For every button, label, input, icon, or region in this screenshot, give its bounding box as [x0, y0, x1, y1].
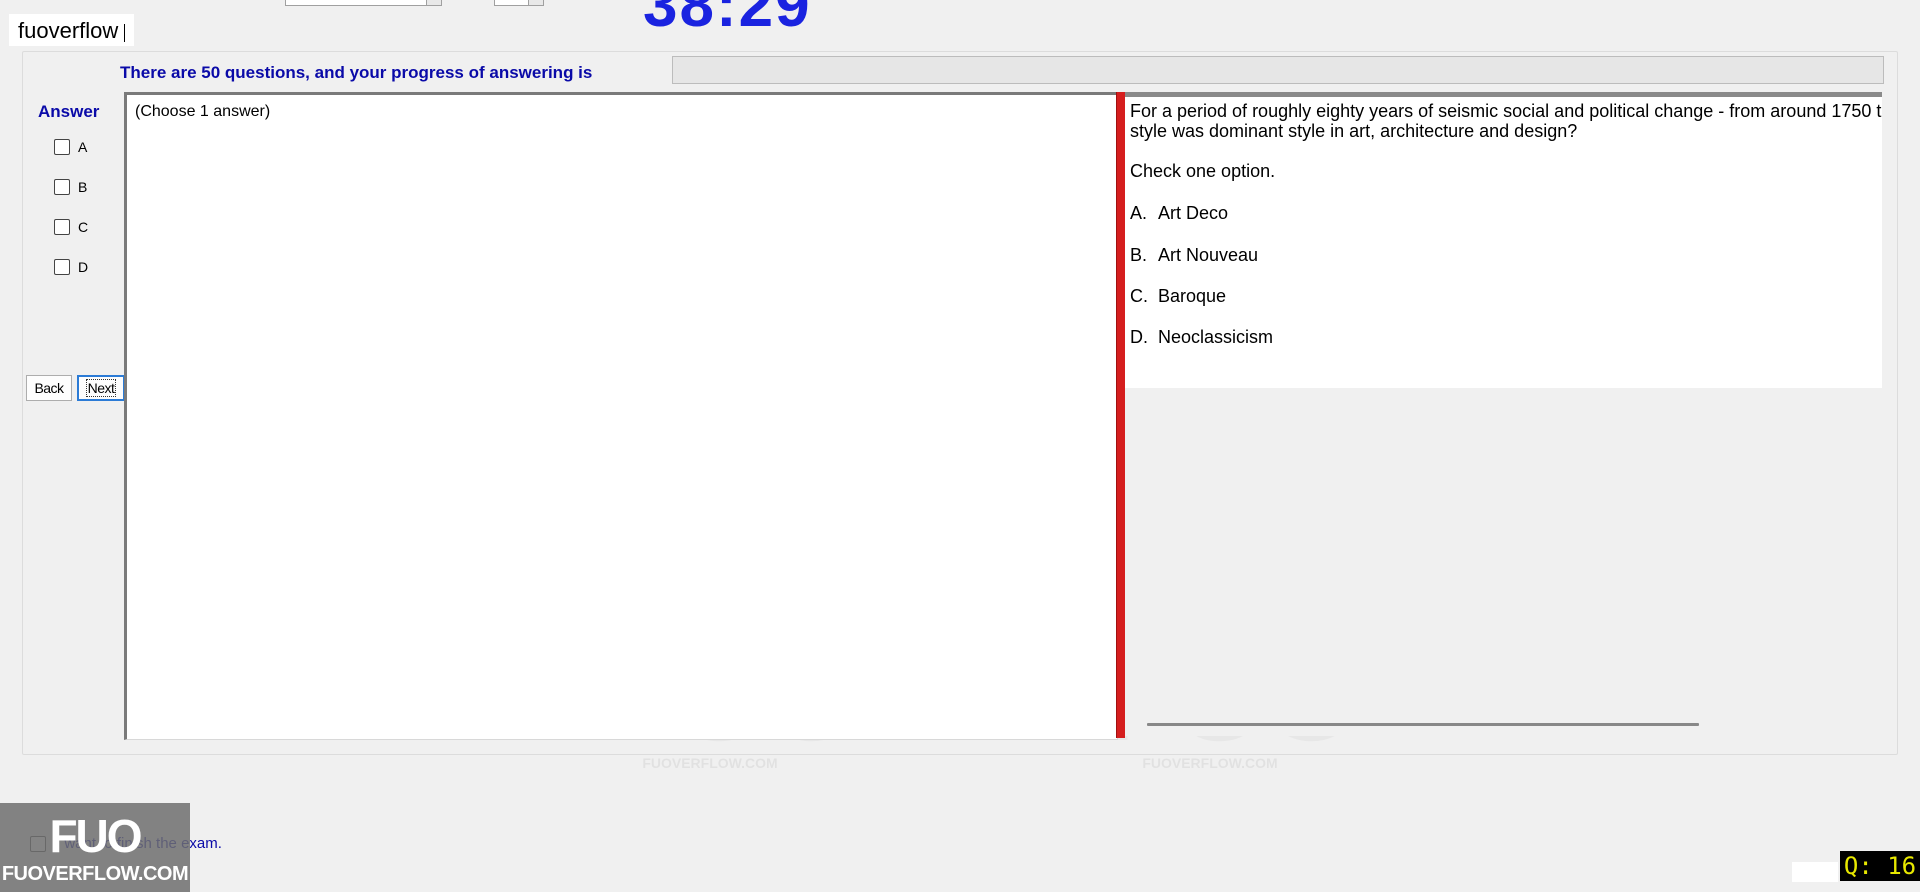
option-letter: C. [1130, 286, 1148, 306]
option-letter: D. [1130, 327, 1148, 347]
option-letter: A. [1130, 203, 1148, 223]
answer-option-label: A [78, 139, 88, 155]
next-button[interactable]: Next [77, 375, 125, 401]
answer-option-label: D [78, 259, 89, 275]
top-toolbar: 38:29 [0, 0, 1920, 30]
app-label: fuoverflow [9, 14, 135, 46]
answer-option-label: B [78, 179, 88, 195]
back-button[interactable]: Back [26, 375, 72, 401]
counter-pad [1792, 862, 1838, 882]
checkbox-icon[interactable] [54, 179, 70, 195]
answer-checkbox-c[interactable]: C [54, 217, 88, 237]
answer-checkbox-a[interactable]: A [54, 137, 87, 157]
choose-hint: (Choose 1 answer) [135, 103, 271, 120]
checkbox-icon[interactable] [54, 259, 70, 275]
answer-checkbox-b[interactable]: B [54, 177, 87, 197]
chevron-down-icon[interactable] [528, 0, 543, 5]
option-text: Art Deco [1158, 203, 1229, 223]
option-text: Art Nouveau [1158, 245, 1259, 265]
brand-watermark: FUO FUOVERFLOW.COM [0, 803, 190, 892]
question-instruction: Check one option. [1130, 161, 1276, 181]
question-option-c: C. Baroque [1130, 286, 1226, 307]
answer-panel[interactable]: (Choose 1 answer) [124, 92, 1118, 740]
checkbox-icon[interactable] [54, 219, 70, 235]
question-panel: For a period of roughly eighty years of … [1125, 92, 1882, 393]
brand-logo: FUO [49, 810, 142, 862]
answer-option-label: C [78, 219, 89, 235]
question-option-b: B. Art Nouveau [1130, 245, 1258, 266]
question-option-d: D. Neoclassicism [1130, 327, 1273, 348]
panel-splitter[interactable] [1116, 92, 1125, 738]
progress-bar [672, 56, 1884, 84]
exam-timer: 38:29 [643, 0, 812, 30]
question-option-a: A. Art Deco [1130, 203, 1228, 224]
question-line-2: style was dominant style in art, archite… [1130, 121, 1578, 141]
question-text: For a period of roughly eighty years of … [1130, 101, 1882, 141]
question-line-1: For a period of roughly eighty years of … [1130, 101, 1882, 121]
app-label-text: fuoverflow [18, 18, 119, 43]
top-select-2[interactable] [494, 0, 544, 6]
answer-checkbox-d[interactable]: D [54, 257, 88, 277]
next-button-label: Next [85, 379, 117, 397]
option-letter: B. [1130, 245, 1148, 265]
option-text: Baroque [1158, 286, 1227, 306]
chevron-down-icon[interactable] [426, 0, 441, 5]
question-counter: Q: 16 [1840, 851, 1920, 881]
question-panel-empty [1125, 388, 1882, 736]
progress-label: There are 50 questions, and your progres… [120, 63, 593, 82]
checkbox-icon[interactable] [54, 139, 70, 155]
top-select-1[interactable] [285, 0, 442, 6]
option-text: Neoclassicism [1158, 327, 1274, 347]
text-caret [124, 24, 126, 42]
answer-title: Answer [38, 102, 100, 121]
brand-name: FUOVERFLOW.COM [1, 863, 189, 885]
scrollbar-thumb[interactable] [1147, 723, 1699, 726]
